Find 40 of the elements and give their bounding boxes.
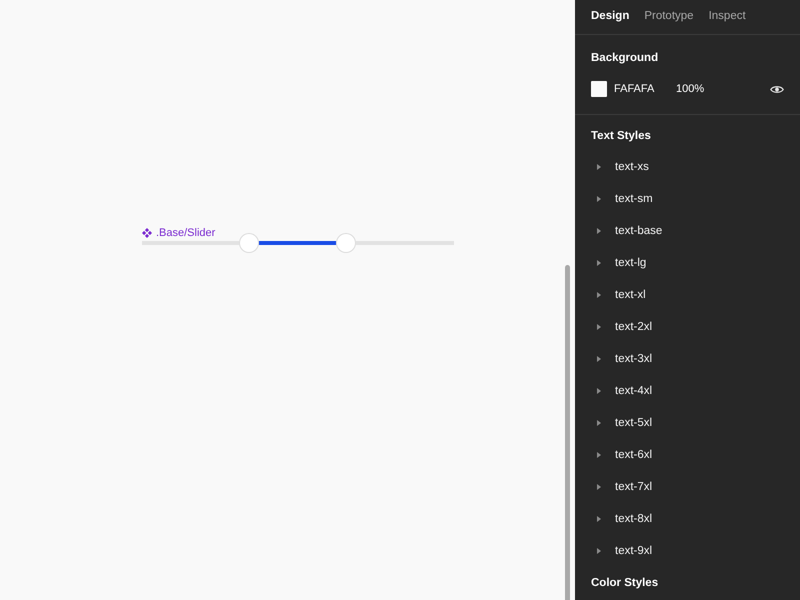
panel-tab[interactable]: Design bbox=[585, 1, 636, 31]
text-style-item[interactable]: text-4xl bbox=[615, 385, 652, 397]
scrollbar-thumb[interactable] bbox=[565, 265, 570, 600]
text-style-item[interactable]: text-9xl bbox=[615, 545, 652, 557]
text-style-item[interactable]: text-lg bbox=[615, 257, 646, 269]
caret-icon[interactable] bbox=[597, 516, 601, 522]
panel-tab[interactable]: Prototype bbox=[638, 1, 700, 31]
caret-icon[interactable] bbox=[597, 164, 601, 170]
caret-icon[interactable] bbox=[597, 548, 601, 554]
component-name[interactable]: .Base/Slider bbox=[156, 226, 216, 240]
color-hex-value[interactable]: FAFAFA bbox=[614, 83, 676, 95]
text-style-item[interactable]: text-3xl bbox=[615, 353, 652, 365]
section-heading: Text Styles bbox=[591, 129, 652, 144]
caret-icon[interactable] bbox=[597, 484, 601, 490]
section-heading: Background bbox=[591, 51, 660, 66]
caret-icon[interactable] bbox=[597, 292, 601, 298]
caret-icon[interactable] bbox=[597, 324, 601, 330]
panel-tab[interactable]: Inspect bbox=[702, 1, 752, 31]
text-style-item[interactable]: text-8xl bbox=[615, 513, 652, 525]
text-style-item[interactable]: text-7xl bbox=[615, 481, 652, 493]
section-heading: Color Styles bbox=[591, 576, 660, 591]
opacity-value[interactable]: 100% bbox=[676, 83, 770, 95]
slider-thumb[interactable] bbox=[239, 233, 260, 253]
caret-icon[interactable] bbox=[597, 196, 601, 202]
text-style-item[interactable]: text-xs bbox=[615, 161, 649, 173]
eye-icon[interactable] bbox=[770, 84, 784, 94]
text-style-item[interactable]: text-5xl bbox=[615, 417, 652, 429]
text-style-item[interactable]: text-base bbox=[615, 225, 662, 237]
caret-icon[interactable] bbox=[597, 228, 601, 234]
color-swatch-icon[interactable] bbox=[591, 81, 607, 97]
caret-icon[interactable] bbox=[597, 388, 601, 394]
caret-icon[interactable] bbox=[597, 260, 601, 266]
text-style-item[interactable]: text-6xl bbox=[615, 449, 652, 461]
slider-thumb[interactable] bbox=[336, 233, 356, 253]
caret-icon[interactable] bbox=[597, 356, 601, 362]
text-style-item[interactable]: text-2xl bbox=[615, 321, 652, 333]
caret-icon[interactable] bbox=[597, 420, 601, 426]
text-style-item[interactable]: text-xl bbox=[615, 289, 646, 301]
text-style-item[interactable]: text-sm bbox=[615, 193, 653, 205]
caret-icon[interactable] bbox=[597, 452, 601, 458]
